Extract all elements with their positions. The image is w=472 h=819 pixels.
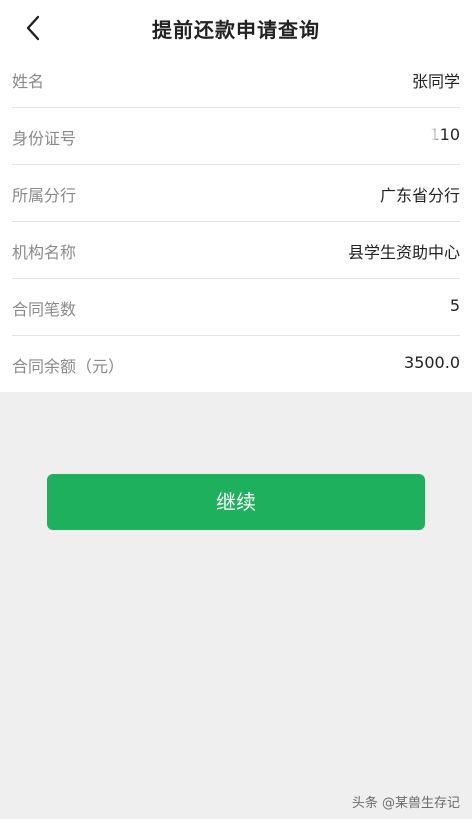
row-value: 张同学: [411, 72, 460, 91]
row-label: 所属分行: [12, 186, 77, 205]
watermark-text: 头条 @某兽生存记: [351, 796, 460, 811]
info-row-institution: 机构名称 县学生资助中心: [12, 223, 460, 279]
info-list: 姓名 张同学 身份证号 4402 110 所属分行 广东省分行 机构名称 县学生…: [0, 52, 472, 392]
info-row-name: 姓名 张同学: [12, 52, 460, 108]
row-label: 合同余额（元）: [12, 357, 125, 376]
header-bar: 提前还款申请查询: [0, 0, 472, 56]
continue-button[interactable]: 继续: [47, 474, 425, 530]
row-label: 身份证号: [12, 129, 77, 148]
info-row-contract-balance: 合同余额（元） 3500.0: [12, 337, 460, 393]
row-value: 5: [449, 296, 460, 315]
info-row-branch: 所属分行 广东省分行: [12, 166, 460, 222]
row-value: 县学生资助中心: [347, 243, 460, 262]
info-row-id-number: 身份证号 4402 110: [12, 109, 460, 165]
info-row-contract-count: 合同笔数 5: [12, 280, 460, 336]
row-label: 机构名称: [12, 243, 77, 262]
app-screen: 提前还款申请查询 姓名 张同学 身份证号 4402 110 所属分行 广东省分行…: [0, 0, 472, 819]
row-value: 3500.0: [404, 353, 460, 372]
redaction-mask: [328, 121, 432, 151]
row-value: 广东省分行: [379, 186, 460, 205]
row-label: 合同笔数: [12, 300, 77, 319]
row-label: 姓名: [12, 72, 45, 91]
page-title: 提前还款申请查询: [152, 18, 320, 42]
